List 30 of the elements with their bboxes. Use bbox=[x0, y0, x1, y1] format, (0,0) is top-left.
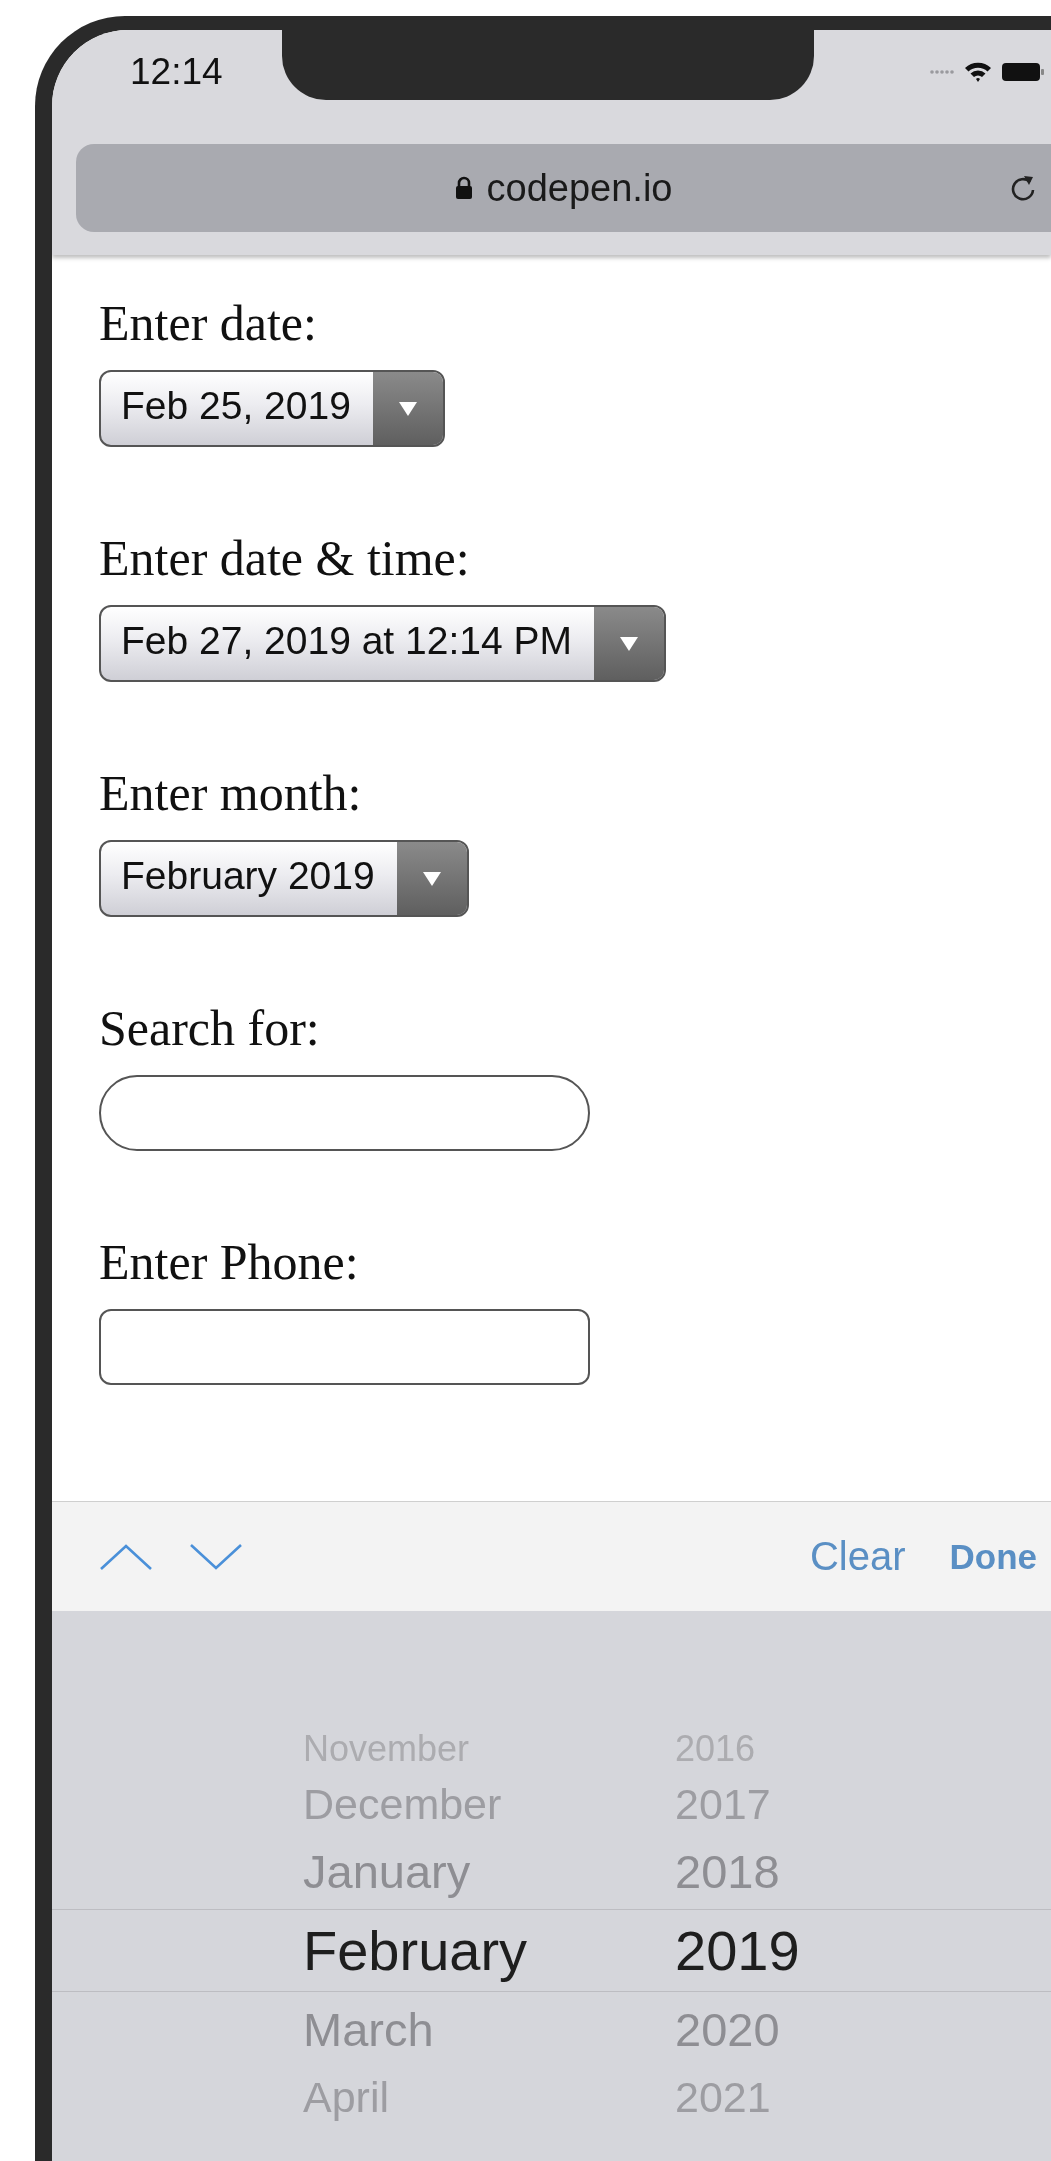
dropdown-arrow-icon bbox=[397, 400, 418, 417]
dropdown-arrow-icon bbox=[421, 870, 442, 887]
field-label: Enter month: bbox=[99, 764, 363, 822]
year-option[interactable]: 2017 bbox=[675, 1782, 771, 1826]
field-label: Enter date & time: bbox=[99, 529, 471, 587]
address-bar[interactable]: codepen.io bbox=[76, 144, 1051, 232]
lock-icon bbox=[454, 176, 473, 200]
phone-field[interactable] bbox=[99, 1309, 590, 1385]
field-label: Enter Phone: bbox=[99, 1233, 360, 1291]
date-select[interactable]: Feb 25, 2019 bbox=[99, 370, 445, 447]
wifi-icon bbox=[963, 60, 993, 84]
month-option[interactable]: April bbox=[303, 2075, 675, 2119]
year-option[interactable]: 2021 bbox=[675, 2075, 771, 2119]
year-option[interactable]: 2019 bbox=[675, 1922, 800, 1979]
chevron-down-icon[interactable] bbox=[188, 1541, 244, 1572]
reload-icon[interactable] bbox=[1009, 173, 1037, 203]
field-label: Search for: bbox=[99, 999, 321, 1057]
date-select[interactable]: Feb 27, 2019 at 12:14 PM bbox=[99, 605, 666, 682]
month-option[interactable]: March bbox=[303, 2006, 675, 2053]
dropdown-arrow-icon bbox=[619, 635, 639, 652]
year-option[interactable]: 2018 bbox=[675, 1848, 780, 1895]
signal-icon bbox=[929, 69, 955, 75]
clear-button[interactable]: Clear bbox=[809, 1534, 906, 1579]
battery-icon bbox=[1001, 61, 1045, 83]
status-time: 12:14 bbox=[130, 51, 223, 93]
year-option[interactable]: 2020 bbox=[675, 2006, 780, 2053]
done-button[interactable]: Done bbox=[949, 1536, 1037, 1577]
month-option[interactable]: December bbox=[303, 1782, 675, 1826]
date-select[interactable]: February 2019 bbox=[99, 840, 469, 917]
field-label: Enter date: bbox=[99, 294, 318, 352]
